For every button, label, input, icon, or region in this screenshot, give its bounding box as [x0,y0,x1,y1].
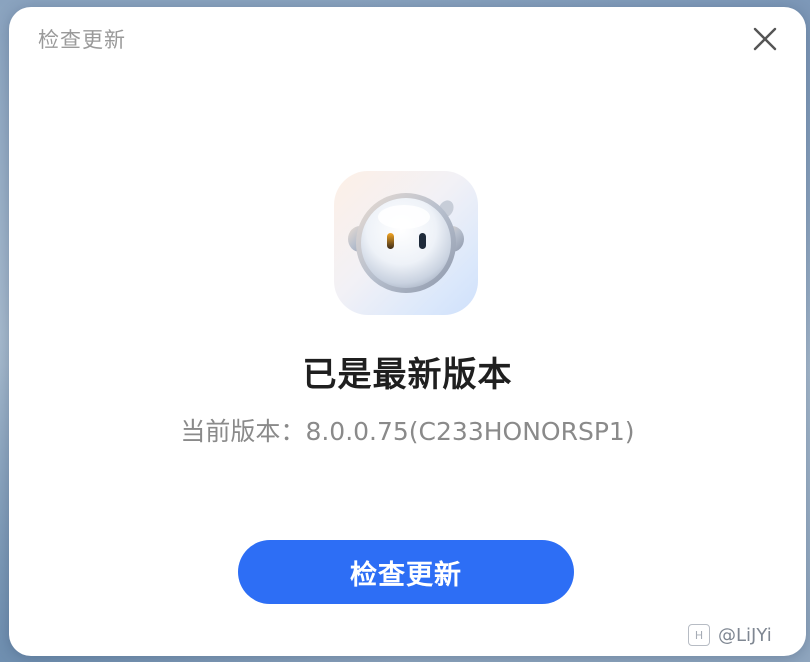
version-label: 当前版本： [180,417,306,446]
watermark: H @LiJYi [688,624,772,646]
current-version: 当前版本：8.0.0.75(C233HONORSP1) [9,412,806,448]
assistant-mascot-icon [348,193,464,293]
watermark-text: @LiJYi [718,624,772,646]
close-icon [753,27,777,51]
close-button[interactable] [747,21,783,57]
version-value: 8.0.0.75(C233HONORSP1) [305,417,635,446]
status-title: 已是最新版本 [302,355,513,395]
check-update-button[interactable]: 检查更新 [238,540,574,604]
app-icon [334,171,478,315]
dialog-title: 检查更新 [38,28,126,52]
watermark-logo-icon: H [688,624,710,646]
update-dialog: 检查更新 已是最新版本 当前版本：8.0.0.75(C233HONORSP1) … [9,7,806,656]
